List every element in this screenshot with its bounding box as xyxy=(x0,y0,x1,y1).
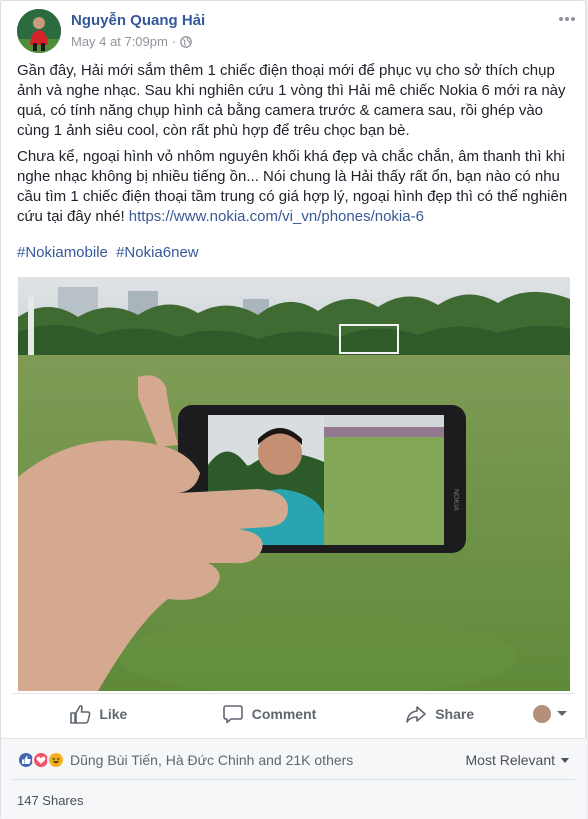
author-name[interactable]: Nguyễn Quang Hải xyxy=(71,12,205,29)
post-card: Nguyễn Quang Hải May 4 at 7:09pm · Gần đ… xyxy=(0,0,587,819)
footer-divider xyxy=(13,779,575,780)
post-header: Nguyễn Quang Hải May 4 at 7:09pm · xyxy=(17,9,577,53)
post-timestamp[interactable]: May 4 at 7:09pm xyxy=(71,34,168,49)
post-paragraph-1: Gần đây, Hải mới sắm thêm 1 chiếc điện t… xyxy=(17,62,566,139)
like-label: Like xyxy=(99,705,128,722)
comment-icon xyxy=(222,704,243,723)
sort-label: Most Relevant xyxy=(465,752,555,768)
share-button[interactable]: Share xyxy=(354,704,525,724)
comment-button[interactable]: Comment xyxy=(184,704,355,724)
share-label: Share xyxy=(435,705,475,722)
action-bar: Like Comment Share xyxy=(13,693,575,733)
post-paragraph-2: Chưa kể, ngoại hình vỏ nhôm nguyên khối … xyxy=(17,147,573,227)
hashtag-nokiamobile[interactable]: #Nokiamobile xyxy=(17,244,108,261)
comment-label: Comment xyxy=(251,705,317,722)
sort-dropdown[interactable]: Most Relevant xyxy=(466,752,569,768)
post-photo[interactable]: NOKIA xyxy=(18,277,570,691)
globe-icon[interactable] xyxy=(180,35,193,48)
mini-avatar xyxy=(533,704,552,723)
haha-reaction-icon xyxy=(47,751,65,769)
thumbs-up-icon xyxy=(70,704,91,724)
caret-down-icon xyxy=(561,757,569,763)
shares-count[interactable]: 147 Shares xyxy=(17,793,84,808)
chevron-down-icon xyxy=(557,711,568,716)
meta-separator: · xyxy=(171,34,177,49)
post-footer: Dũng Bùi Tiến, Hà Đức Chinh and 21K othe… xyxy=(1,738,587,819)
nokia-link[interactable]: https://www.nokia.com/vi_vn/phones/nokia… xyxy=(129,208,424,225)
share-icon xyxy=(406,705,427,723)
author-avatar[interactable] xyxy=(17,9,61,53)
like-button[interactable]: Like xyxy=(13,704,184,724)
phone-brand-text: NOKIA xyxy=(452,489,459,511)
post-as-selector[interactable] xyxy=(525,704,575,723)
reactors-text[interactable]: Dũng Bùi Tiến, Hà Đức Chinh and 21K othe… xyxy=(70,752,353,768)
reaction-icons[interactable] xyxy=(17,751,65,769)
reactions-row: Dũng Bùi Tiến, Hà Đức Chinh and 21K othe… xyxy=(17,749,569,771)
more-options-icon[interactable] xyxy=(557,13,577,25)
hashtags: #Nokiamobile #Nokia6new xyxy=(17,244,203,261)
hashtag-nokia6new[interactable]: #Nokia6new xyxy=(116,244,199,261)
post-meta: May 4 at 7:09pm · xyxy=(71,34,193,49)
post-body: Gần đây, Hải mới sắm thêm 1 chiếc điện t… xyxy=(17,61,573,233)
